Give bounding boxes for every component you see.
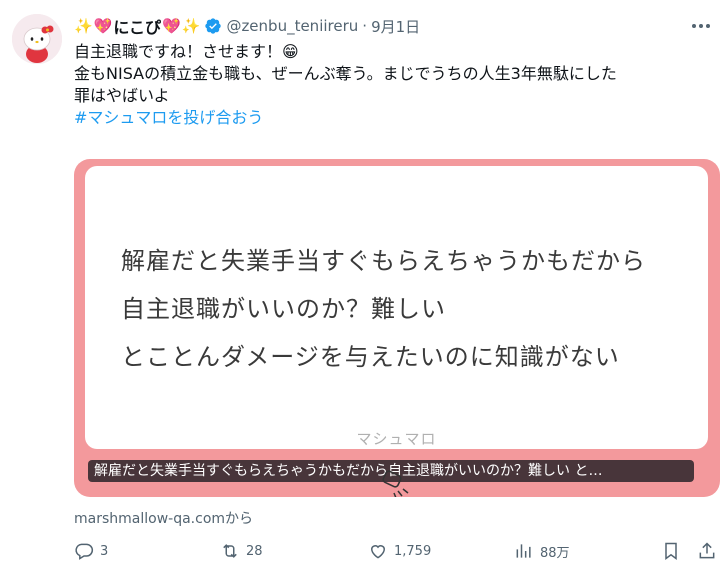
like-count: 1,759	[394, 543, 432, 559]
reply-button[interactable]: 3	[74, 538, 108, 564]
card-question-line: とことんダメージを与えたいのに知識がない	[121, 343, 620, 371]
bookmark-button[interactable]	[661, 538, 681, 564]
card-image: 解雇だと失業手当すぐもらえちゃうかもだから 自主退職がいいのか？難しい とことん…	[85, 166, 708, 449]
like-button[interactable]: 1,759	[368, 538, 431, 564]
verified-badge-icon	[205, 18, 222, 34]
share-button[interactable]	[697, 538, 717, 564]
tweet-date[interactable]: 9月1日	[371, 16, 420, 37]
tweet-header: ✨ 💖 にこぴ 💖 ✨ @zenbu_teniireru · 9月1日	[74, 14, 420, 38]
reply-count: 3	[100, 543, 109, 559]
card-question-line: 自主退職がいいのか？難しい	[121, 295, 446, 323]
views-button[interactable]: 88万	[514, 538, 570, 564]
handle[interactable]: @zenbu_teniireru	[226, 17, 358, 35]
bookmark-icon	[665, 542, 677, 560]
reply-icon	[75, 543, 94, 560]
separator-dot: ·	[362, 17, 368, 35]
card-brand: マシュマロ	[356, 430, 437, 448]
card-source[interactable]: marshmallow-qa.comから	[74, 508, 253, 528]
link-card[interactable]: 解雇だと失業手当すぐもらえちゃうかもだから 自主退職がいいのか？難しい とことん…	[74, 159, 720, 497]
sparkles-emoji: ✨	[181, 16, 201, 35]
views-count: 88万	[540, 545, 570, 561]
marshmallow-logo-icon	[382, 470, 409, 497]
tweet-text: 自主退職ですね！させます！😁 金もNISAの積立金も職も、ぜーんぶ奪う。まじでう…	[74, 41, 714, 129]
heart-icon	[370, 545, 386, 559]
retweet-button[interactable]: 28	[220, 538, 263, 564]
tweet-text-line: 自主退職ですね！させます！😁	[74, 42, 299, 61]
hashtag-link[interactable]: #マシュマロを投げ合おう	[74, 107, 714, 129]
retweet-count: 28	[246, 543, 263, 559]
retweet-icon	[223, 544, 237, 558]
tweet-text-line: 金もNISAの積立金も職も、ぜーんぶ奪う。まじでうちの人生3年無駄にした	[74, 64, 617, 83]
display-name[interactable]: ✨ 💖 にこぴ 💖 ✨	[74, 14, 200, 38]
avatar[interactable]	[12, 14, 62, 64]
hello-kitty-avatar-icon	[12, 14, 62, 64]
views-icon	[516, 544, 531, 558]
more-icon-dot	[692, 24, 696, 28]
heart-emoji: 💖	[162, 16, 181, 35]
action-bar: 3 28 1,759 88万	[74, 538, 720, 566]
heart-emoji: 💖	[93, 16, 113, 35]
card-question-line: 解雇だと失業手当すぐもらえちゃうかもだから	[121, 247, 646, 275]
tweet-text-line: 罪はやばいよ	[74, 86, 170, 105]
more-icon-dot	[706, 24, 710, 28]
more-button[interactable]	[689, 16, 713, 36]
display-name-text: にこぴ	[113, 18, 162, 37]
sparkles-emoji: ✨	[74, 16, 93, 35]
more-icon-dot	[699, 24, 703, 28]
share-icon	[699, 542, 715, 559]
